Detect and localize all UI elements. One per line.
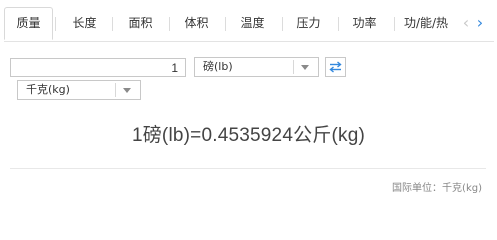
swap-icon xyxy=(329,61,342,73)
tab-area[interactable]: 面积 xyxy=(118,8,163,38)
to-unit-select[interactable]: 千克(kg) xyxy=(17,80,141,100)
tab-temperature[interactable]: 温度 xyxy=(230,8,275,38)
tab-separator xyxy=(225,17,226,31)
tab-pressure[interactable]: 压力 xyxy=(286,8,331,38)
tabs-prev-arrow-icon[interactable]: ‹ xyxy=(459,13,473,33)
tab-separator xyxy=(394,17,395,31)
unit-converter-widget: 质量 长度 面积 体积 温度 压力 功率 功/能/热 ‹ › 磅(lb) 千克(… xyxy=(0,0,497,207)
chevron-down-icon xyxy=(301,65,309,70)
tab-separator xyxy=(338,17,339,31)
from-unit-select[interactable]: 磅(lb) xyxy=(194,57,319,77)
si-unit-note: 国际单位：千克(kg) xyxy=(392,183,482,194)
tab-work-energy-heat[interactable]: 功/能/热 xyxy=(396,8,456,38)
conversion-result: 1磅(lb)=0.4535924公斤(kg) xyxy=(131,125,366,146)
select-divider xyxy=(115,83,116,97)
from-unit-value: 磅(lb) xyxy=(203,60,233,73)
swap-units-button[interactable] xyxy=(325,57,346,77)
tab-separator xyxy=(169,17,170,31)
tab-volume[interactable]: 体积 xyxy=(174,8,219,38)
tab-separator xyxy=(112,17,113,31)
tab-separator xyxy=(55,17,56,31)
tab-separator xyxy=(282,17,283,31)
tabs-next-arrow-icon[interactable]: › xyxy=(473,13,487,33)
to-unit-value: 千克(kg) xyxy=(26,83,70,96)
value-input[interactable] xyxy=(10,58,186,77)
divider xyxy=(10,168,486,169)
tab-power[interactable]: 功率 xyxy=(342,8,387,38)
tab-mass[interactable]: 质量 xyxy=(4,7,53,40)
chevron-down-icon xyxy=(123,88,131,93)
category-tab-bar: 质量 长度 面积 体积 温度 压力 功率 功/能/热 ‹ › xyxy=(4,6,494,42)
tab-length[interactable]: 长度 xyxy=(62,8,107,38)
select-divider xyxy=(293,60,294,74)
